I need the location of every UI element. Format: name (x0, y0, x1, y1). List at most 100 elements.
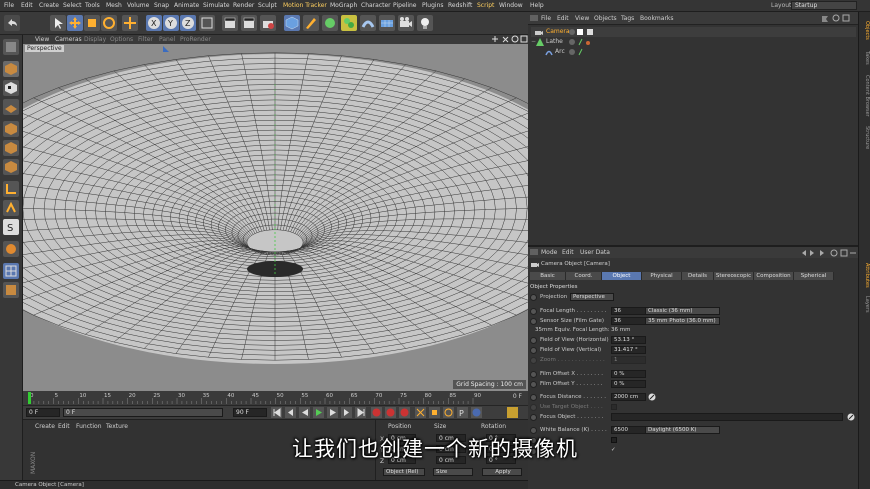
workplane-grid-button[interactable] (3, 263, 19, 279)
am-menu-user-data[interactable]: User Data (580, 249, 610, 256)
animate-radio[interactable] (530, 414, 537, 421)
polygons-mode-button[interactable] (3, 159, 19, 175)
focus-object-link-field[interactable] (611, 413, 843, 421)
menu-tools[interactable]: Tools (85, 2, 100, 9)
scale-button[interactable] (84, 15, 100, 31)
apply-button[interactable]: Apply (482, 468, 522, 476)
recent-tools-button[interactable] (122, 15, 138, 31)
focus-picker-icon[interactable] (847, 413, 855, 421)
animate-radio[interactable] (530, 294, 537, 301)
menu-window[interactable]: Window (499, 2, 523, 9)
animate-radio[interactable] (530, 394, 537, 401)
animate-radio[interactable] (530, 347, 537, 354)
object-row-arc[interactable]: Arc (531, 47, 856, 57)
menu-help[interactable]: Help (530, 2, 544, 9)
material-menu-texture[interactable]: Texture (106, 423, 128, 430)
menu-select[interactable]: Select (63, 2, 82, 9)
fov-v-field[interactable]: 31.417 ° (611, 346, 646, 354)
om-menu-objects[interactable]: Objects (594, 15, 617, 22)
points-mode-button[interactable] (3, 121, 19, 137)
side-tab-takes[interactable]: Takes (860, 48, 870, 68)
move-button[interactable] (67, 15, 83, 31)
side-tab-content-browser[interactable]: Content Browser (860, 74, 870, 118)
undo-button[interactable] (4, 15, 20, 31)
tweak-mode-button[interactable] (3, 200, 19, 216)
sensor-preset-dropdown[interactable]: 35 mm Photo (36.0 mm) (645, 317, 720, 325)
live-select-button[interactable] (50, 15, 66, 31)
side-tab-objects[interactable]: Objects (860, 18, 870, 42)
material-menu-edit[interactable]: Edit (58, 423, 70, 430)
film-offset-x-field[interactable]: 0 % (611, 370, 646, 378)
camera-button[interactable] (398, 15, 414, 31)
snap-button[interactable]: S (3, 219, 19, 235)
menu-snap[interactable]: Snap (154, 2, 169, 9)
menu-edit[interactable]: Edit (21, 2, 33, 9)
viewport-3d[interactable]: Perspective Grid Spacing : 100 cm (23, 44, 528, 391)
tab-spherical[interactable]: Spherical (794, 272, 834, 280)
animate-radio[interactable] (530, 357, 537, 364)
object-row-camera[interactable]: Camera (531, 27, 856, 37)
tab-coord[interactable]: Coord. (566, 272, 602, 280)
tab-basic[interactable]: Basic (530, 272, 566, 280)
film-offset-y-field[interactable]: 0 % (611, 380, 646, 388)
playback-controls[interactable]: P (271, 407, 521, 419)
y-axis-button[interactable]: Y (163, 15, 179, 31)
object-row-lathe[interactable]: − Lathe (531, 37, 856, 47)
material-menu-function[interactable]: Function (76, 423, 102, 430)
size-mode-dropdown[interactable]: Size (433, 468, 473, 476)
preview-range-slider[interactable]: 0 F (63, 408, 223, 417)
animate-radio[interactable] (530, 337, 537, 344)
om-menu-tags[interactable]: Tags (621, 15, 634, 22)
floor-button[interactable] (379, 15, 395, 31)
menu-character[interactable]: Character (361, 2, 391, 9)
pen-button[interactable] (303, 15, 319, 31)
om-menu-view[interactable]: View (575, 15, 589, 22)
coord-mode-dropdown[interactable]: Object (Rel) (383, 468, 425, 476)
coordinate-system-button[interactable] (199, 15, 215, 31)
rotate-button[interactable] (101, 15, 117, 31)
tab-stereoscopic[interactable]: Stereoscopic (714, 272, 754, 280)
menu-create[interactable]: Create (39, 2, 59, 9)
subdivision-button[interactable] (322, 15, 338, 31)
edges-mode-button[interactable] (3, 140, 19, 156)
viewport-nav-icons[interactable] (490, 35, 528, 44)
side-tab-structure[interactable]: Structure (860, 124, 870, 152)
menu-file[interactable]: File (4, 2, 14, 9)
tab-details[interactable]: Details (682, 272, 714, 280)
animate-radio[interactable] (530, 371, 537, 378)
viewport-menu-panel[interactable]: Panel (159, 36, 175, 43)
timeline-ruler[interactable]: 0 5 10 15 20 25 30 35 40 45 50 55 60 65 70 75 80 85 90 0 F (23, 391, 528, 405)
menu-animate[interactable]: Animate (174, 2, 199, 9)
viewport-menu-display[interactable]: Display (84, 36, 106, 43)
tab-physical[interactable]: Physical (642, 272, 682, 280)
tab-composition[interactable]: Composition (754, 272, 794, 280)
render-settings-button[interactable] (260, 15, 276, 31)
projection-dropdown[interactable]: Perspective (570, 293, 614, 301)
viewport-menu-cameras[interactable]: Cameras (55, 36, 82, 43)
cloner-button[interactable] (341, 15, 357, 31)
focal-preset-dropdown[interactable]: Classic (36 mm) (645, 307, 720, 315)
menu-motion-tracker[interactable]: Motion Tracker (283, 2, 327, 9)
texture-mode-button[interactable] (3, 80, 19, 96)
deformer-button[interactable] (360, 15, 376, 31)
z-axis-button[interactable]: Z (180, 15, 196, 31)
om-menu-edit[interactable]: Edit (557, 15, 569, 22)
cube-button[interactable] (284, 15, 300, 31)
fov-h-field[interactable]: 53.13 ° (611, 336, 646, 344)
material-menu-create[interactable]: Create (35, 423, 55, 430)
side-tab-layers[interactable]: Layers (860, 294, 870, 314)
focus-picker-icon[interactable] (648, 393, 656, 401)
side-tab-attributes[interactable]: Attributes (860, 260, 870, 290)
om-toolbar-icons[interactable] (820, 14, 856, 23)
menu-mograph[interactable]: MoGraph (330, 2, 357, 9)
axis-mode-button[interactable] (3, 181, 19, 197)
model-mode-button[interactable] (3, 61, 19, 77)
animate-radio[interactable] (530, 308, 537, 315)
object-visibility-icons[interactable] (569, 28, 599, 36)
am-nav-icons[interactable] (800, 249, 856, 257)
om-menu-file[interactable]: File (541, 15, 551, 22)
use-target-checkbox[interactable] (611, 404, 617, 410)
menu-pipeline[interactable]: Pipeline (393, 2, 416, 9)
object-visibility-icons[interactable] (569, 48, 599, 56)
animate-radio[interactable] (530, 318, 537, 325)
